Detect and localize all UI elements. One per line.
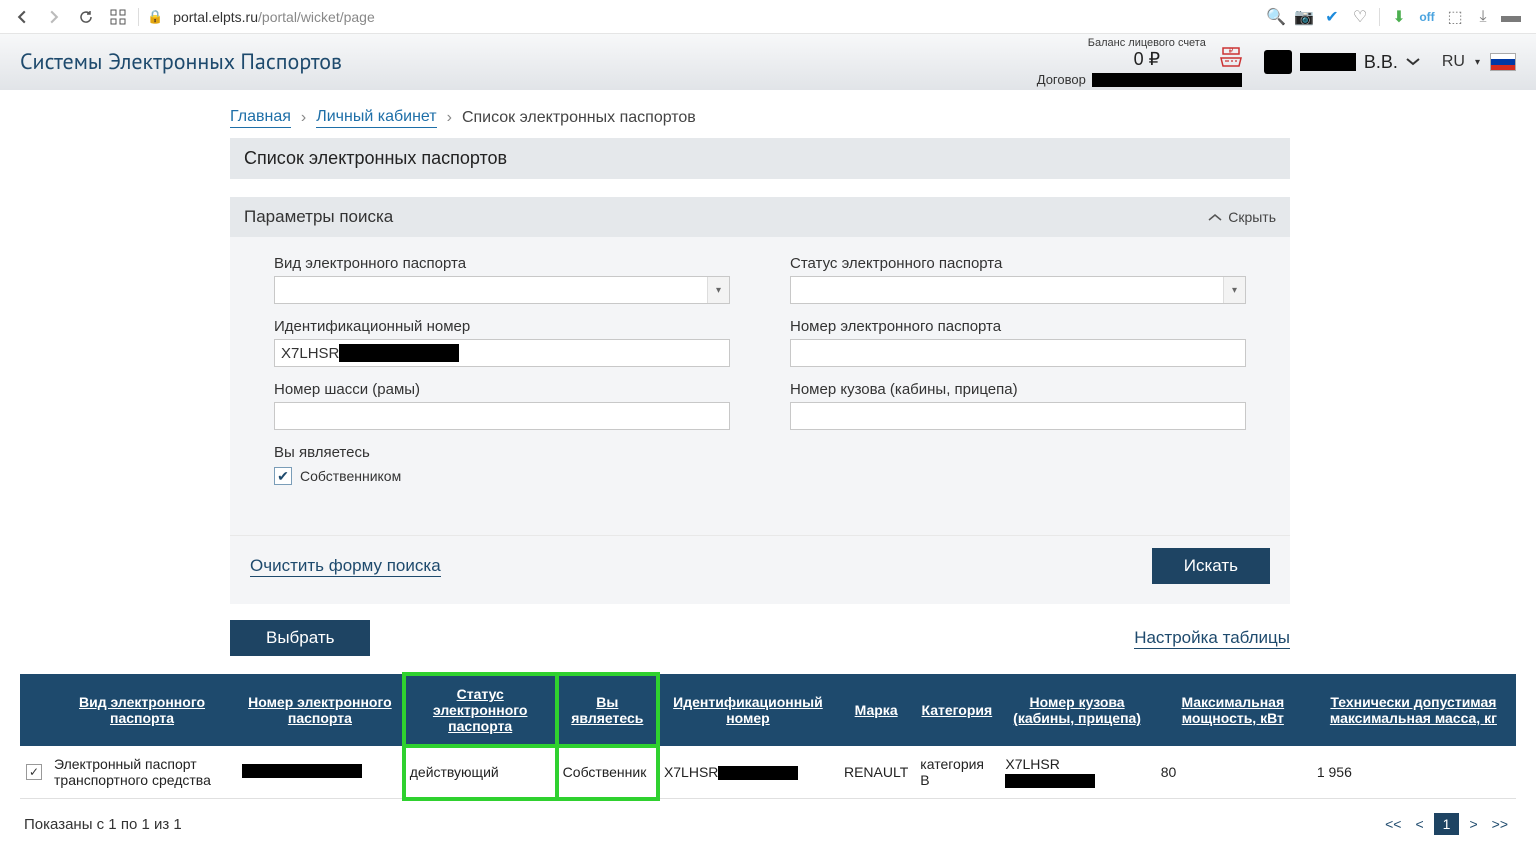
- th-type[interactable]: Вид электронного паспорта: [48, 674, 236, 746]
- reload-button[interactable]: [74, 5, 98, 29]
- owner-checkbox[interactable]: ✔: [274, 467, 292, 485]
- th-mass[interactable]: Технически допустимая максимальная масса…: [1311, 674, 1516, 746]
- download-tray-icon[interactable]: ⤓: [1474, 8, 1492, 26]
- adblock-off-icon[interactable]: off: [1418, 8, 1436, 26]
- owner-checkbox-label: Собственником: [300, 468, 401, 484]
- select-button[interactable]: Выбрать: [230, 620, 370, 656]
- cell-brand: RENAULT: [838, 746, 914, 799]
- th-power[interactable]: Максимальная мощность, кВт: [1155, 674, 1311, 746]
- search-button[interactable]: Искать: [1152, 548, 1270, 584]
- svg-text:₽: ₽: [1229, 47, 1234, 55]
- status-select[interactable]: ▾: [790, 276, 1246, 304]
- language-selector[interactable]: RU▾: [1442, 53, 1516, 71]
- th-number[interactable]: Номер электронного паспорта: [236, 674, 404, 746]
- th-you-are[interactable]: Вы являетесь: [557, 674, 658, 746]
- lock-icon: 🔒: [147, 9, 163, 25]
- cashbox-icon[interactable]: ₽: [1220, 42, 1242, 70]
- site-title: Системы Электронных Паспортов: [20, 48, 342, 76]
- pager-first[interactable]: <<: [1381, 814, 1405, 834]
- collapse-toggle[interactable]: Скрыть: [1208, 209, 1276, 225]
- user-menu[interactable]: В.В.: [1264, 50, 1420, 74]
- th-brand[interactable]: Марка: [838, 674, 914, 746]
- balance-block: Баланс лицевого счета 0 ₽: [1088, 37, 1206, 70]
- pager-current[interactable]: 1: [1434, 813, 1460, 835]
- breadcrumb-home[interactable]: Главная: [230, 108, 291, 128]
- label-body-num: Номер кузова (кабины, прицепа): [790, 381, 1246, 398]
- label-type: Вид электронного паспорта: [274, 255, 730, 272]
- shield-icon[interactable]: ✔: [1323, 8, 1341, 26]
- breadcrumb: Главная › Личный кабинет › Список электр…: [230, 108, 1290, 128]
- chevron-up-icon: [1208, 212, 1222, 222]
- apps-icon[interactable]: [106, 5, 130, 29]
- user-surname-redacted: [1300, 53, 1356, 71]
- cell-mass: 1 956: [1311, 746, 1516, 799]
- shown-counter: Показаны с 1 по 1 из 1: [24, 816, 182, 833]
- cell-number: [236, 746, 404, 799]
- url: portal.elpts.ru/portal/wicket/page: [173, 9, 375, 25]
- body-num-input[interactable]: [790, 402, 1246, 430]
- list-panel-title: Список электронных паспортов: [230, 138, 1290, 179]
- cell-ident: X7LHSR: [658, 746, 838, 799]
- forward-button[interactable]: [42, 5, 66, 29]
- th-category[interactable]: Категория: [914, 674, 999, 746]
- battery-icon[interactable]: ▬: [1502, 8, 1520, 26]
- cell-you-are: Собственник: [557, 746, 658, 799]
- search-icon[interactable]: 🔍: [1267, 8, 1285, 26]
- form-footer: Очистить форму поиска Искать: [230, 535, 1290, 604]
- address-bar[interactable]: 🔒 portal.elpts.ru/portal/wicket/page: [147, 9, 1259, 25]
- breadcrumb-current: Список электронных паспортов: [462, 109, 696, 127]
- label-epass-num: Номер электронного паспорта: [790, 318, 1246, 335]
- contract-line: Договор: [1037, 72, 1242, 87]
- back-button[interactable]: [10, 5, 34, 29]
- breadcrumb-account[interactable]: Личный кабинет: [316, 108, 436, 128]
- pager-next[interactable]: >: [1465, 814, 1481, 834]
- label-status: Статус электронного паспорта: [790, 255, 1246, 272]
- cell-body-num: X7LHSR: [999, 746, 1154, 799]
- cube-icon[interactable]: ⬚: [1446, 8, 1464, 26]
- table-header-row: Вид электронного паспорта Номер электрон…: [20, 674, 1516, 746]
- browser-toolbar: 🔒 portal.elpts.ru/portal/wicket/page 🔍 📷…: [0, 0, 1536, 34]
- type-select[interactable]: ▾: [274, 276, 730, 304]
- results-table-wrap: Вид электронного паспорта Номер электрон…: [20, 674, 1516, 847]
- label-chassis: Номер шасси (рамы): [274, 381, 730, 398]
- pager-prev[interactable]: <: [1411, 814, 1427, 834]
- table-footer: Показаны с 1 по 1 из 1 << < 1 > >>: [20, 799, 1516, 847]
- ident-input[interactable]: X7LHSR: [274, 339, 730, 367]
- chevron-down-icon: [1406, 57, 1420, 67]
- avatar: [1264, 50, 1292, 74]
- flag-ru-icon: [1490, 53, 1516, 71]
- site-header: Системы Электронных Паспортов Баланс лиц…: [0, 34, 1536, 90]
- th-body-num[interactable]: Номер кузова (кабины, прицепа): [999, 674, 1154, 746]
- heart-icon[interactable]: ♡: [1351, 8, 1369, 26]
- table-row[interactable]: ✓ Электронный паспорт транспортного сред…: [20, 746, 1516, 799]
- cell-type: Электронный паспорт транспортного средст…: [48, 746, 236, 799]
- search-params-header: Параметры поиска Скрыть: [230, 197, 1290, 237]
- browser-extensions: 🔍 📷 ✔ ♡ ⬇ off ⬚ ⤓ ▬: [1267, 8, 1526, 26]
- camera-icon[interactable]: 📷: [1295, 8, 1313, 26]
- table-settings-link[interactable]: Настройка таблицы: [1134, 628, 1290, 649]
- th-status[interactable]: Статус электронного паспорта: [404, 674, 557, 746]
- search-form: Вид электронного паспорта ▾ Статус элект…: [230, 237, 1290, 535]
- label-ident: Идентификационный номер: [274, 318, 730, 335]
- results-table: Вид электронного паспорта Номер электрон…: [20, 674, 1516, 799]
- chassis-input[interactable]: [274, 402, 730, 430]
- download-arrow-icon[interactable]: ⬇: [1390, 8, 1408, 26]
- cell-status: действующий: [404, 746, 557, 799]
- row-checkbox[interactable]: ✓: [26, 764, 42, 780]
- th-ident[interactable]: Идентификационный номер: [658, 674, 838, 746]
- epass-num-input[interactable]: [790, 339, 1246, 367]
- clear-form-link[interactable]: Очистить форму поиска: [250, 556, 441, 577]
- label-you-are: Вы являетесь: [274, 444, 730, 461]
- pager: << < 1 > >>: [1381, 813, 1512, 835]
- cell-category: категория B: [914, 746, 999, 799]
- cell-power: 80: [1155, 746, 1311, 799]
- pager-last[interactable]: >>: [1488, 814, 1512, 834]
